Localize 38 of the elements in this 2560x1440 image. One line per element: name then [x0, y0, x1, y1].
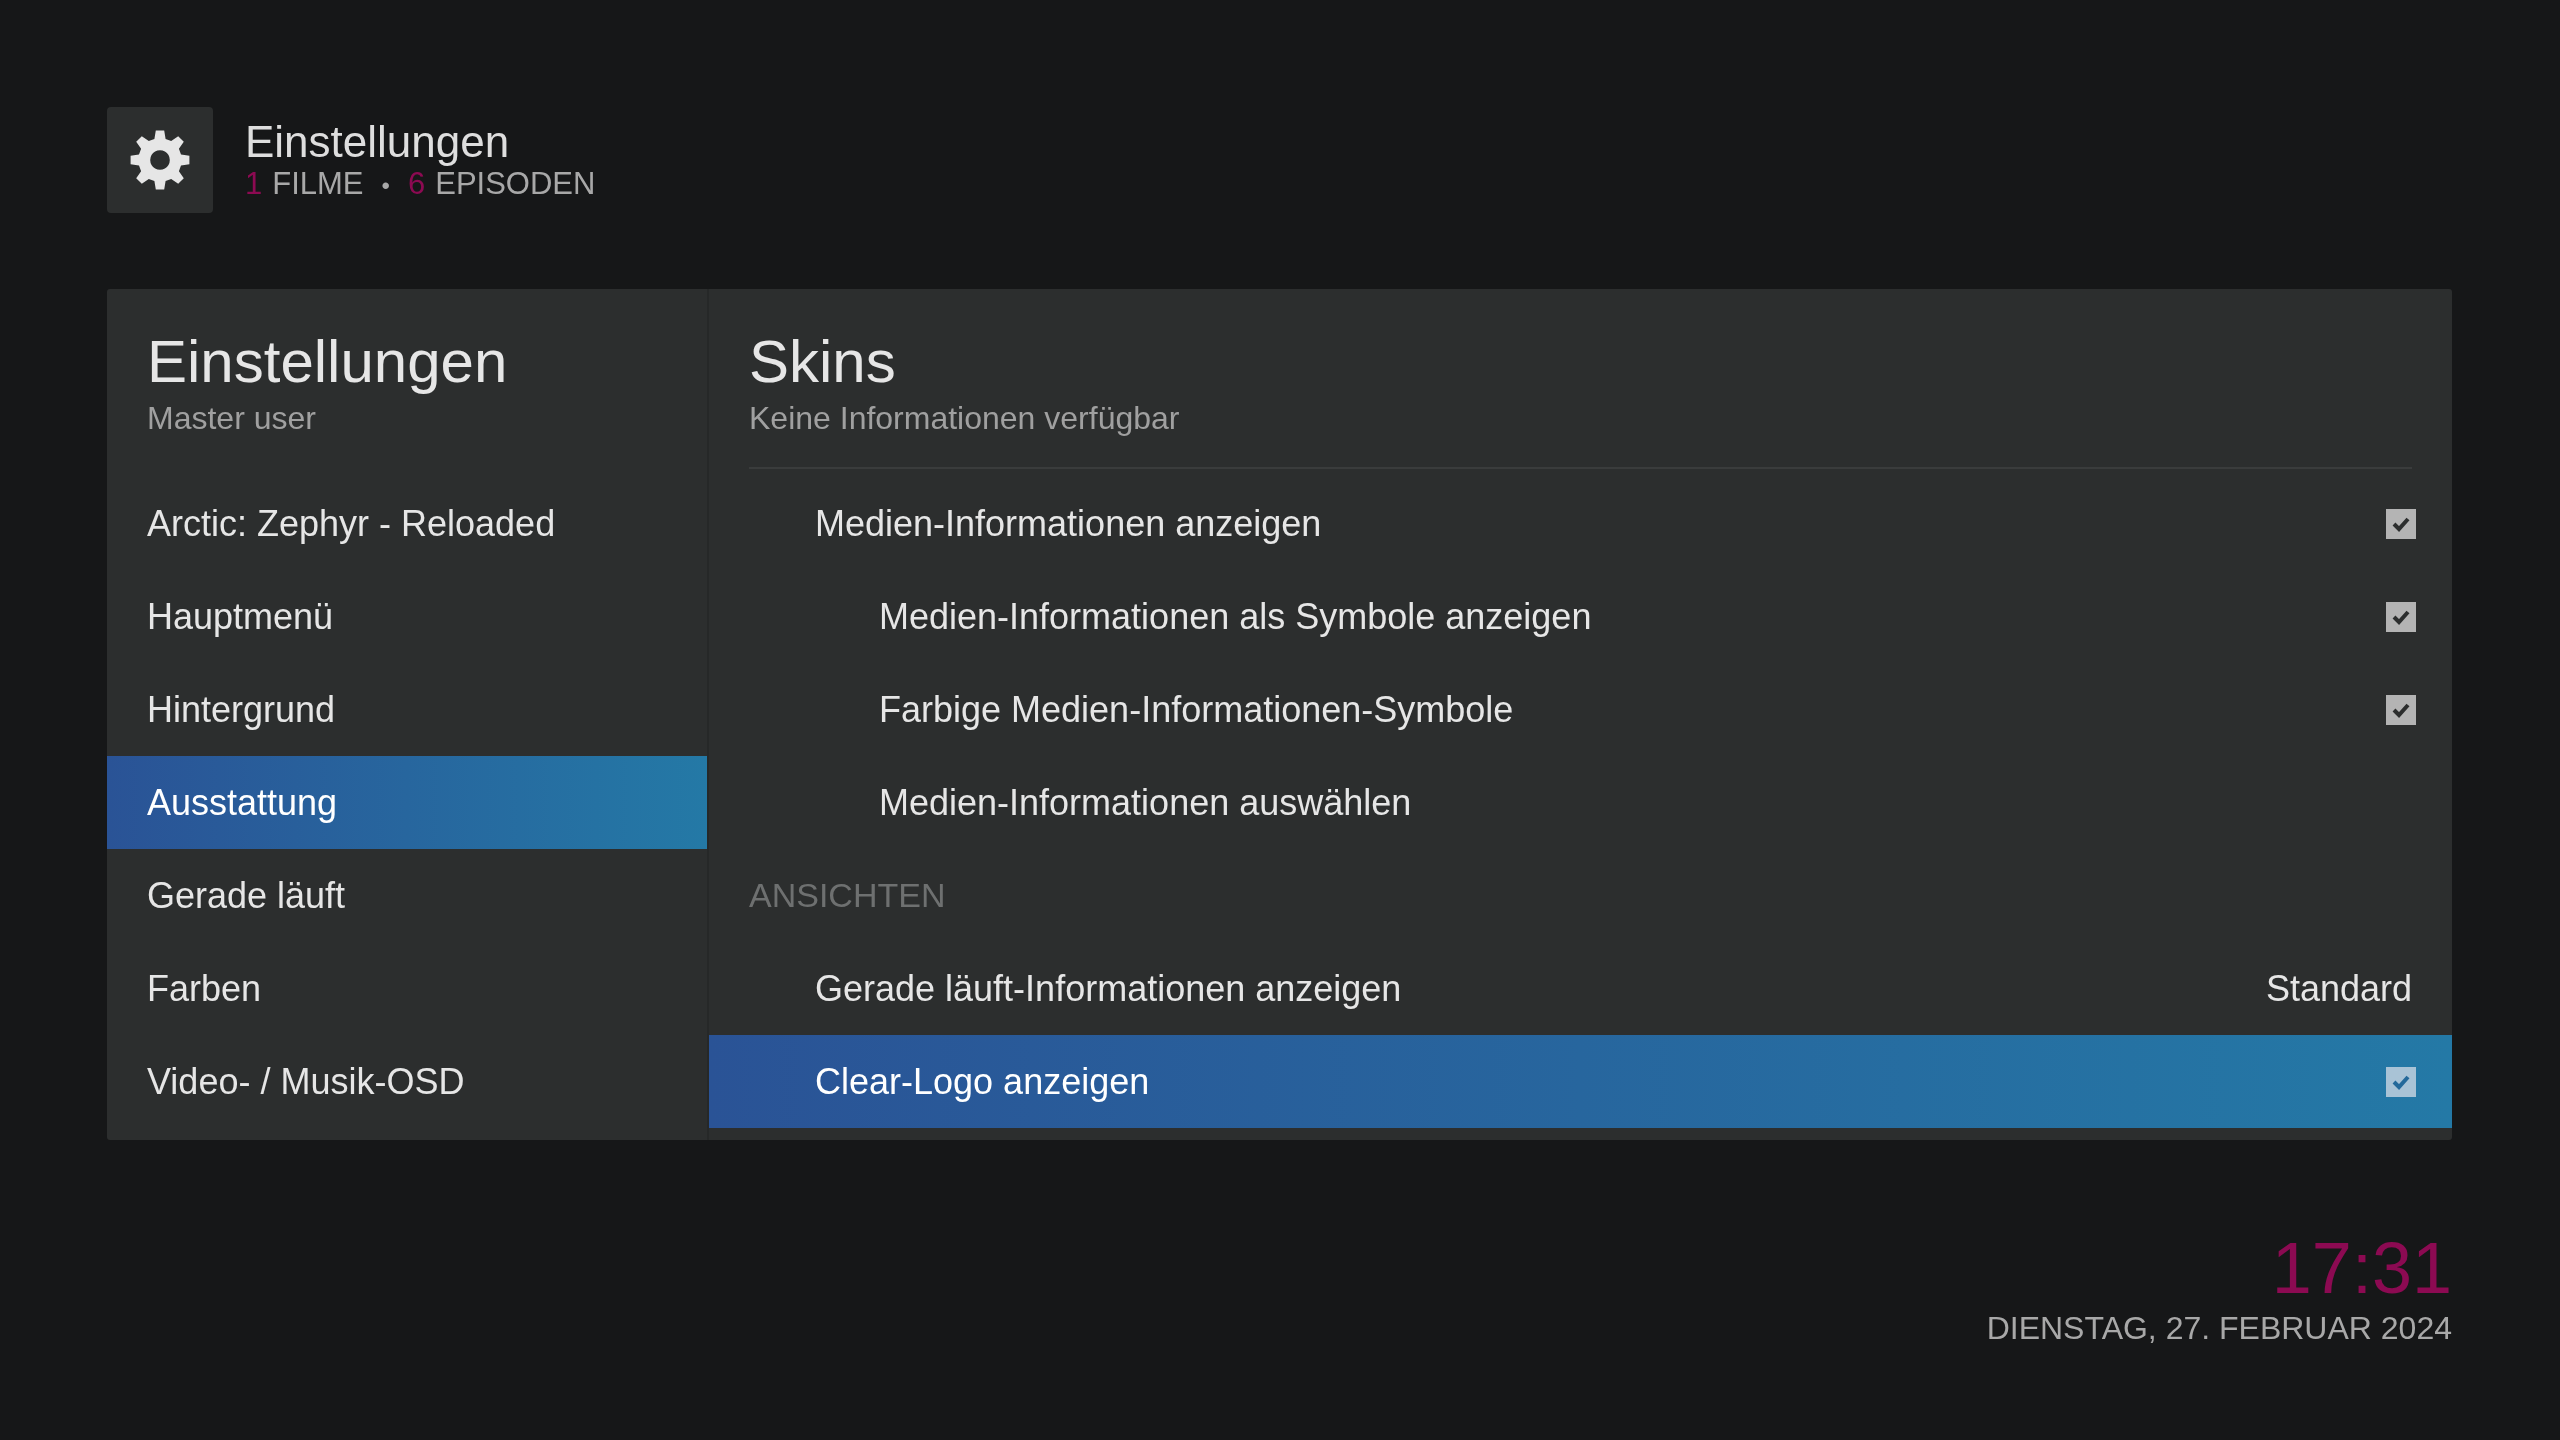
checkbox[interactable] — [2386, 694, 2416, 725]
checkbox[interactable] — [2386, 601, 2416, 632]
group-heading: ANSICHTEN — [748, 875, 947, 916]
section-subtitle: Keine Informationen verfügbar — [749, 400, 1181, 437]
setting-row[interactable]: Clear-Logo anzeigen — [709, 1035, 2452, 1128]
sidebar-item[interactable]: Hintergrund — [107, 663, 707, 756]
settings-icon — [107, 107, 213, 213]
setting-row[interactable]: Medien-Informationen auswählen — [709, 756, 2452, 849]
page-title: Einstellungen — [245, 117, 511, 167]
sidebar-item[interactable]: Video- / Musik-OSD — [107, 1035, 707, 1128]
sidebar-item[interactable]: Gerade läuft — [107, 849, 707, 942]
setting-label: Medien-Informationen auswählen — [878, 781, 1412, 824]
sidebar-item[interactable]: Farben — [107, 942, 707, 1035]
setting-label: Medien-Informationen anzeigen — [814, 502, 1322, 545]
separator-dot: • — [381, 172, 390, 201]
setting-row[interactable]: Medien-Informationen als Symbole anzeigen — [709, 570, 2452, 663]
stat-count: 1 — [245, 166, 263, 203]
sidebar-item[interactable]: Arctic: Zephyr - Reloaded — [107, 477, 707, 570]
sidebar-title: Einstellungen — [147, 327, 509, 396]
setting-row[interactable]: Farbige Medien-Informationen-Symbole — [709, 663, 2452, 756]
setting-label: Gerade läuft-Informationen anzeigen — [814, 967, 1402, 1010]
section-title: Skins — [749, 327, 897, 396]
setting-label: Clear-Logo anzeigen — [814, 1060, 1150, 1103]
checkbox[interactable] — [2386, 508, 2416, 539]
setting-row[interactable]: Gerade läuft-Informationen anzeigen Standard — [709, 942, 2452, 1035]
clock-date: DIENSTAG, 27. FEBRUAR 2024 — [1986, 1310, 2452, 1347]
setting-label: Farbige Medien-Informationen-Symbole — [878, 688, 1514, 731]
clock-time: 17:31 — [2270, 1232, 2452, 1304]
stat-label: FILME — [272, 166, 364, 203]
setting-row[interactable]: Medien-Informationen anzeigen — [709, 477, 2452, 570]
setting-value: Standard — [2265, 967, 2412, 1010]
setting-label: Medien-Informationen als Symbole anzeigen — [878, 595, 1592, 638]
stat-label: EPISODEN — [435, 166, 596, 203]
sidebar-item[interactable]: Ausstattung — [107, 756, 707, 849]
checkbox[interactable] — [2386, 1066, 2416, 1097]
stat-count: 6 — [407, 166, 426, 203]
sidebar-subtitle: Master user — [147, 400, 317, 437]
sidebar-item[interactable]: Hauptmenü — [107, 570, 707, 663]
